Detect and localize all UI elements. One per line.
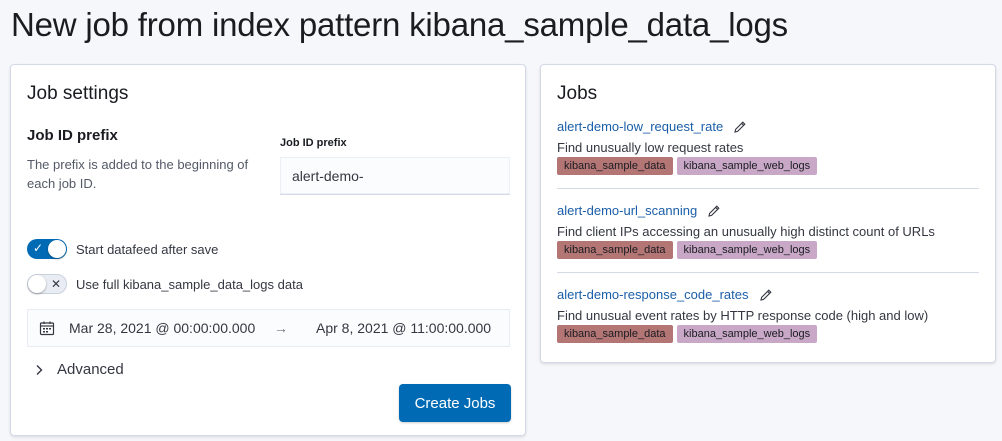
create-jobs-button[interactable]: Create Jobs xyxy=(399,384,511,422)
cross-icon: ✕ xyxy=(50,277,61,291)
advanced-label: Advanced xyxy=(57,361,124,378)
job-settings-panel: Job settings Job ID prefix The prefix is… xyxy=(10,64,526,436)
job-description: Find unusually low request rates xyxy=(557,140,744,155)
job-group-tag: kibana_sample_data xyxy=(557,325,673,343)
job-group-tag: kibana_sample_web_logs xyxy=(676,157,818,175)
advanced-toggle[interactable]: Advanced xyxy=(33,361,124,378)
jobs-panel: Jobs alert-demo-low_request_rate Find un… xyxy=(540,64,996,363)
use-full-data-switch[interactable]: ✕ xyxy=(27,274,67,294)
check-icon: ✓ xyxy=(33,241,44,255)
start-datafeed-label: Start datafeed after save xyxy=(76,241,219,257)
job-name[interactable]: alert-demo-url_scanning xyxy=(557,203,697,218)
divider xyxy=(557,188,979,189)
job-description: Find unusual event rates by HTTP respons… xyxy=(557,308,929,323)
job-name[interactable]: alert-demo-low_request_rate xyxy=(557,119,723,134)
divider xyxy=(557,272,979,273)
pencil-icon[interactable] xyxy=(707,204,721,218)
switch-knob xyxy=(48,240,66,258)
chevron-right-icon xyxy=(36,364,43,375)
job-description: Find client IPs accessing an unusually h… xyxy=(557,224,935,239)
start-datafeed-row: ✓ Start datafeed after save xyxy=(27,239,218,259)
job-id-prefix-description: The prefix is added to the beginning of … xyxy=(27,157,249,191)
switch-knob xyxy=(28,275,46,293)
job-name[interactable]: alert-demo-response_code_rates xyxy=(557,287,749,302)
arrow-right-icon: → xyxy=(274,320,288,336)
job-group-tag: kibana_sample_data xyxy=(557,241,673,259)
pencil-icon[interactable] xyxy=(733,120,747,134)
calendar-icon xyxy=(39,321,55,336)
page-title: New job from index pattern kibana_sample… xyxy=(11,6,788,43)
job-group-tag: kibana_sample_web_logs xyxy=(676,241,818,259)
job-group-tag: kibana_sample_web_logs xyxy=(676,325,818,343)
job-id-prefix-heading: Job ID prefix xyxy=(27,127,118,144)
use-full-data-label: Use full kibana_sample_data_logs data xyxy=(76,276,303,292)
job-id-prefix-label: Job ID prefix xyxy=(280,137,347,149)
job-group-tag: kibana_sample_data xyxy=(557,157,673,175)
date-range-start[interactable]: Mar 28, 2021 @ 00:00:00.000 xyxy=(69,320,255,336)
start-datafeed-switch[interactable]: ✓ xyxy=(27,239,67,259)
job-item: alert-demo-url_scanning Find client IPs … xyxy=(557,203,979,259)
job-item: alert-demo-low_request_rate Find unusual… xyxy=(557,119,979,175)
date-range-end[interactable]: Apr 8, 2021 @ 11:00:00.000 xyxy=(316,320,491,336)
job-settings-title: Job settings xyxy=(27,83,129,104)
jobs-title: Jobs xyxy=(557,83,598,104)
job-item: alert-demo-response_code_rates Find unus… xyxy=(557,287,979,343)
job-id-prefix-input[interactable] xyxy=(280,157,510,195)
pencil-icon[interactable] xyxy=(759,288,773,302)
date-range-picker[interactable]: Mar 28, 2021 @ 00:00:00.000 → Apr 8, 202… xyxy=(27,309,510,347)
use-full-data-row: ✕ Use full kibana_sample_data_logs data xyxy=(27,274,303,294)
